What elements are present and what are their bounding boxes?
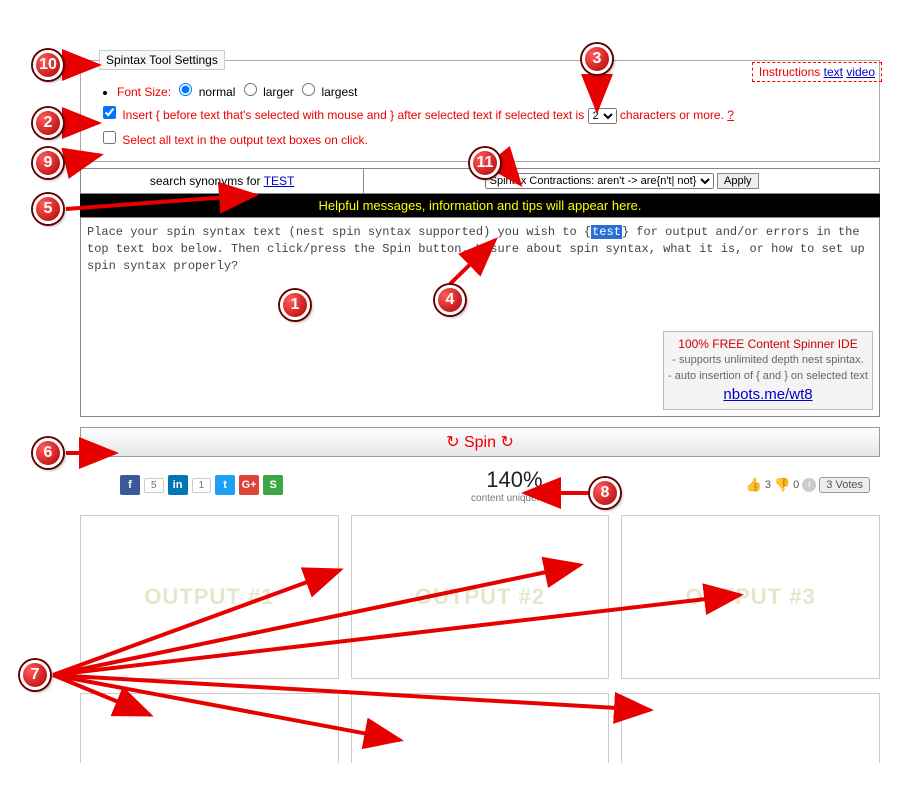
- font-size-label: Font Size:: [117, 85, 171, 99]
- font-larger-option[interactable]: larger: [239, 85, 294, 99]
- insert-count-select[interactable]: 2: [588, 108, 617, 124]
- font-normal-option[interactable]: normal: [174, 85, 235, 99]
- badge-1: 1: [280, 290, 310, 320]
- badge-3: 3: [582, 44, 612, 74]
- contraction-select[interactable]: Spintax Contractions: aren't -> are{n't|…: [485, 173, 714, 189]
- share-bar: f 5 in 1 t G+ S: [120, 475, 283, 495]
- input-textarea[interactable]: Place your spin syntax text (nest spin s…: [80, 217, 880, 417]
- up-count: 3: [765, 479, 771, 491]
- select-all-checkbox[interactable]: [103, 131, 116, 144]
- output-1[interactable]: OUTPUT #1: [80, 515, 339, 679]
- badge-2: 2: [33, 108, 63, 138]
- select-all-label: Select all text in the output text boxes…: [122, 133, 367, 147]
- settings-legend: Spintax Tool Settings: [99, 50, 225, 70]
- votes-button[interactable]: 3 Votes: [819, 477, 870, 493]
- font-larger-radio[interactable]: [244, 83, 257, 96]
- sharethis-icon[interactable]: S: [263, 475, 283, 495]
- instructions-text-link[interactable]: text: [824, 65, 843, 79]
- outputs-row-2: [80, 693, 880, 763]
- insert-braces-checkbox[interactable]: [103, 106, 116, 119]
- facebook-icon[interactable]: f: [120, 475, 140, 495]
- badge-5: 5: [33, 194, 63, 224]
- thumbs-up-icon[interactable]: 👍: [746, 477, 762, 493]
- font-normal-radio[interactable]: [179, 83, 192, 96]
- thumbs-down-icon[interactable]: 👎: [774, 477, 790, 493]
- promo-box: 100% FREE Content Spinner IDE - supports…: [663, 331, 873, 410]
- googleplus-icon[interactable]: G+: [239, 475, 259, 495]
- output-6[interactable]: [621, 693, 880, 763]
- outputs-row-1: OUTPUT #1 OUTPUT #2 OUTPUT #3: [80, 515, 880, 679]
- linkedin-icon[interactable]: in: [168, 475, 188, 495]
- insert-braces-label-2: characters or more.: [620, 108, 724, 122]
- instructions-label: Instructions: [759, 65, 820, 79]
- promo-line-2: - auto insertion of { and } on selected …: [668, 369, 868, 384]
- instructions-box: Instructions text video: [752, 62, 882, 82]
- contraction-cell: Spintax Contractions: aren't -> are{n't|…: [364, 169, 880, 194]
- input-text-content: Place your spin syntax text (nest spin s…: [81, 218, 879, 280]
- message-bar: Helpful messages, information and tips w…: [80, 194, 880, 217]
- badge-10: 10: [33, 50, 63, 80]
- badge-6: 6: [33, 438, 63, 468]
- highlighted-word: test: [591, 225, 622, 239]
- synonym-word-link[interactable]: TEST: [264, 174, 295, 188]
- output-2[interactable]: OUTPUT #2: [351, 515, 610, 679]
- uniqueness-label: content uniqueness: [283, 493, 746, 504]
- output-5[interactable]: [351, 693, 610, 763]
- help-link[interactable]: ?: [727, 108, 734, 122]
- metrics-row: f 5 in 1 t G+ S 140% content uniqueness …: [80, 465, 880, 505]
- badge-8: 8: [590, 478, 620, 508]
- font-largest-radio[interactable]: [302, 83, 315, 96]
- linkedin-count: 1: [192, 478, 212, 493]
- instructions-video-link[interactable]: video: [846, 65, 875, 79]
- uniqueness-percent: 140%: [283, 467, 746, 493]
- promo-link[interactable]: nbots.me/wt8: [723, 386, 812, 403]
- down-count: 0: [793, 479, 799, 491]
- spin-button[interactable]: ↻ Spin ↻: [80, 427, 880, 457]
- badge-4: 4: [435, 285, 465, 315]
- votes-box: 👍3 👎0 i 3 Votes: [746, 477, 870, 493]
- facebook-count: 5: [144, 478, 164, 493]
- twitter-icon[interactable]: t: [215, 475, 235, 495]
- promo-title: 100% FREE Content Spinner IDE: [668, 336, 868, 353]
- font-largest-option[interactable]: largest: [297, 85, 357, 99]
- synonym-cell: search synonyms for TEST: [81, 169, 364, 194]
- badge-9: 9: [33, 148, 63, 178]
- synonym-label: search synonyms for: [150, 174, 261, 188]
- info-icon[interactable]: i: [802, 478, 816, 492]
- apply-button[interactable]: Apply: [717, 173, 759, 189]
- badge-7: 7: [20, 660, 50, 690]
- badge-11: 11: [470, 148, 500, 178]
- output-3[interactable]: OUTPUT #3: [621, 515, 880, 679]
- insert-braces-label-1: Insert { before text that's selected wit…: [122, 108, 584, 122]
- promo-line-1: - supports unlimited depth nest spintax.: [668, 353, 868, 368]
- output-4[interactable]: [80, 693, 339, 763]
